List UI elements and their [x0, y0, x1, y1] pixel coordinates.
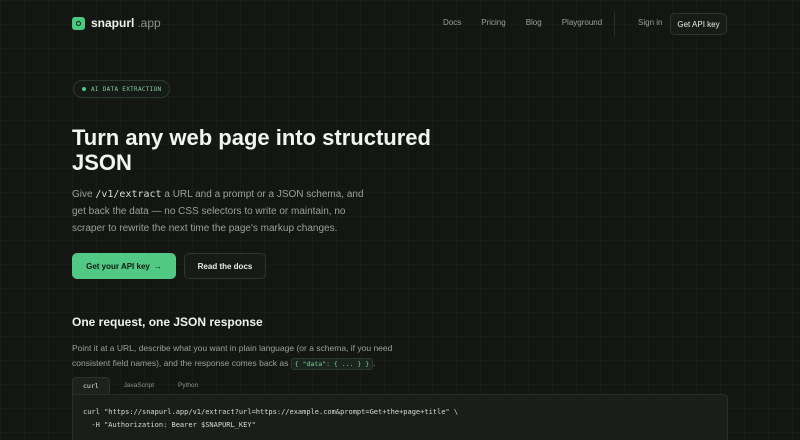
nav-divider [614, 12, 615, 36]
top-nav: snapurl .app Docs Pricing Blog Playgroun… [0, 0, 800, 48]
read-the-docs-button[interactable]: Read the docs [184, 253, 266, 279]
badge-label: AI DATA EXTRACTION [91, 85, 162, 93]
nav-link-pricing[interactable]: Pricing [481, 18, 505, 27]
section-description: Point it at a URL, describe what you wan… [72, 341, 422, 372]
nav-link-playground[interactable]: Playground [562, 18, 602, 27]
hero-description: Give /v1/extract a URL and a prompt or a… [72, 186, 372, 237]
nav-link-blog[interactable]: Blog [526, 18, 542, 27]
logo-icon [72, 16, 85, 30]
badge-dot-icon [82, 87, 86, 91]
logo-name: snapurl [91, 16, 135, 30]
tab-python[interactable]: Python [168, 377, 208, 394]
hero-title: Turn any web page into structured JSON [72, 125, 431, 175]
response-code-chip: { "data": { ... } } [290, 358, 374, 370]
endpoint-code: /v1/extract [95, 189, 162, 200]
nav-link-docs[interactable]: Docs [443, 18, 461, 27]
sign-in-link[interactable]: Sign in [638, 18, 662, 27]
logo[interactable]: snapurl .app [72, 16, 161, 30]
code-block: curl "https://snapurl.app/v1/extract?url… [72, 394, 728, 440]
section-desc-post: . [373, 358, 376, 368]
hero-desc-pre: Give [72, 189, 96, 200]
section-title: One request, one JSON response [72, 315, 263, 329]
tab-curl[interactable]: curl [72, 377, 110, 394]
hero-badge: AI DATA EXTRACTION [73, 80, 171, 98]
logo-tld: .app [137, 16, 161, 30]
get-your-api-key-button[interactable]: Get your API key → [72, 253, 176, 279]
tab-javascript[interactable]: JavaScript [114, 377, 164, 394]
code-line: -H "Authorization: Bearer $SNAPURL_KEY" [83, 421, 256, 429]
arrow-right-icon: → [153, 261, 162, 271]
code-tabs: curl JavaScript Python [72, 377, 208, 394]
nav-links: Docs Pricing Blog Playground [443, 18, 622, 27]
cta-primary-label: Get your API key [86, 261, 150, 271]
get-api-key-button[interactable]: Get API key [670, 13, 727, 35]
code-line: curl "https://snapurl.app/v1/extract?url… [83, 408, 459, 416]
